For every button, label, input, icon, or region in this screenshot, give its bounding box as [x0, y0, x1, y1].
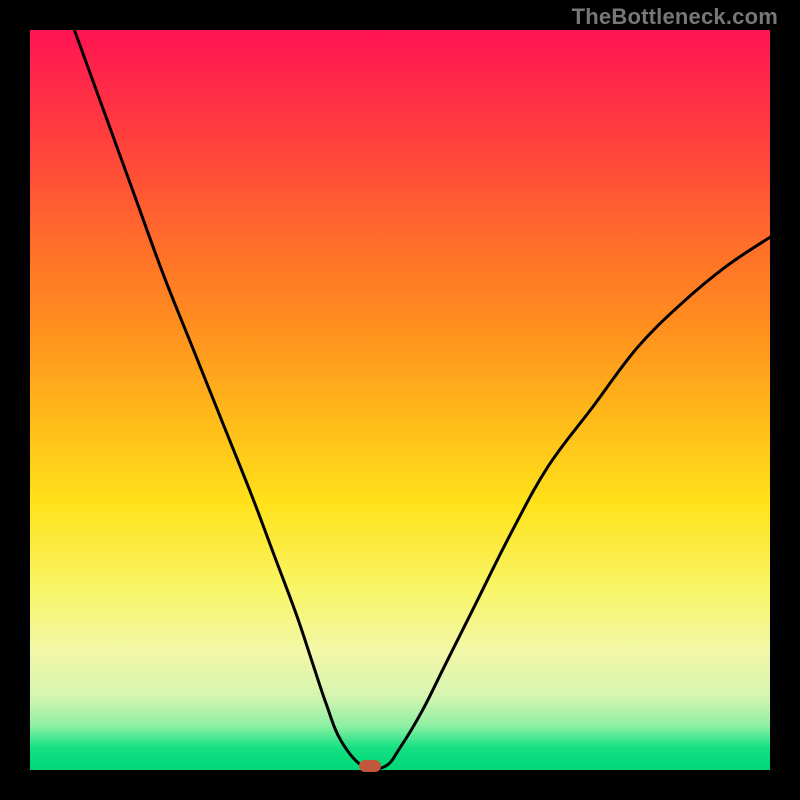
chart-frame: TheBottleneck.com	[0, 0, 800, 800]
watermark-text: TheBottleneck.com	[572, 4, 778, 30]
plot-area	[30, 30, 770, 770]
bottleneck-curve	[74, 30, 770, 769]
optimum-marker	[359, 760, 381, 772]
curve-svg	[30, 30, 770, 770]
